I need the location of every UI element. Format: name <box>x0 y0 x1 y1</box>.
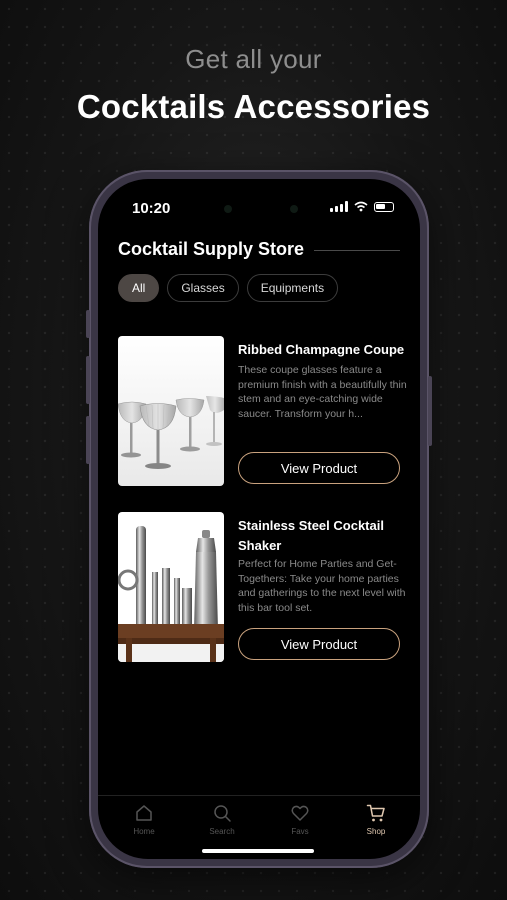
phone-frame: 10:20 Cocktail Supply Store All Glasses … <box>86 170 432 868</box>
product-image-champagne-coupe[interactable] <box>118 336 224 486</box>
promo-title: Cocktails Accessories <box>76 88 431 125</box>
heart-icon <box>291 805 309 821</box>
tab-shop[interactable]: Shop <box>346 803 406 836</box>
signal-icon <box>330 201 348 212</box>
cart-icon <box>366 804 385 822</box>
tab-label: Search <box>209 827 235 836</box>
filter-chip-equipments[interactable]: Equipments <box>246 274 339 302</box>
tab-label: Favs <box>291 827 309 836</box>
tab-bar-divider <box>98 795 420 796</box>
status-icons <box>330 201 394 212</box>
tab-label: Shop <box>366 827 386 836</box>
camera-dot <box>224 205 232 213</box>
product-card: Stainless Steel Cocktail Shaker Perfect … <box>118 512 418 662</box>
filter-chip-glasses[interactable]: Glasses <box>167 274 239 302</box>
filter-chips: All Glasses Equipments <box>118 274 339 302</box>
product-card: Ribbed Champagne Coupe These coupe glass… <box>118 336 418 486</box>
title-divider <box>314 250 400 251</box>
tab-search[interactable]: Search <box>192 803 252 836</box>
battery-icon <box>374 201 394 212</box>
home-indicator[interactable] <box>202 849 314 853</box>
filter-chip-all[interactable]: All <box>118 274 160 302</box>
mute-switch <box>86 310 90 338</box>
product-title[interactable]: Stainless Steel Cocktail Shaker <box>238 516 413 556</box>
tab-favs[interactable]: Favs <box>270 803 330 836</box>
sensor-dot <box>290 205 298 213</box>
volume-up-button <box>86 356 90 404</box>
view-product-button[interactable]: View Product <box>238 628 400 660</box>
wifi-icon <box>354 201 368 212</box>
store-title: Cocktail Supply Store <box>118 239 305 259</box>
tab-home[interactable]: Home <box>114 803 174 836</box>
volume-down-button <box>86 416 90 464</box>
power-button <box>428 376 432 446</box>
product-description: Perfect for Home Parties and Get-Togethe… <box>238 558 406 614</box>
home-icon <box>136 805 152 821</box>
tab-label: Home <box>133 827 155 836</box>
app-screen: 10:20 Cocktail Supply Store All Glasses … <box>98 179 420 859</box>
product-description: These coupe glasses feature a premium fi… <box>238 364 407 420</box>
product-title[interactable]: Ribbed Champagne Coupe <box>238 340 413 360</box>
status-time: 10:20 <box>132 200 171 217</box>
search-icon <box>214 805 231 822</box>
product-image-cocktail-shaker[interactable] <box>118 512 224 662</box>
view-product-button[interactable]: View Product <box>238 452 400 484</box>
promo-subtitle: Get all your <box>185 44 322 74</box>
